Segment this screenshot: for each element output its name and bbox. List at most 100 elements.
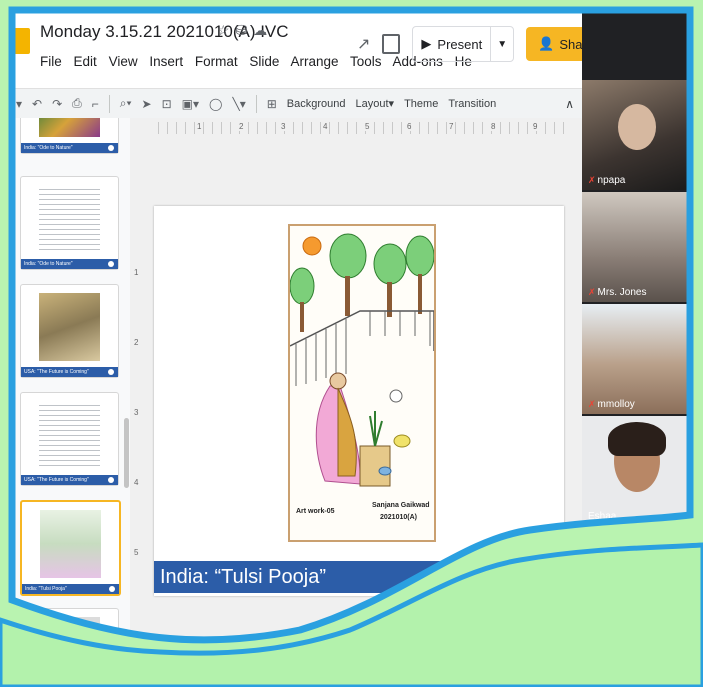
background-button[interactable]: Background xyxy=(287,98,346,110)
line-icon[interactable]: ╲▾ xyxy=(232,97,245,111)
artist-name: Sanjana Gaikwad xyxy=(372,502,430,509)
share-person-icon: 👤 xyxy=(538,36,555,51)
thumbnail-caption: India: "Tulsi Pooja" xyxy=(22,584,119,594)
participant-label: Mrs. Jones xyxy=(597,287,647,298)
slides-logo-icon[interactable] xyxy=(12,28,30,54)
participant-face xyxy=(618,104,656,150)
ruler-tick: 3 xyxy=(134,408,139,417)
slide-title-banner[interactable]: India: “Tulsi Pooja” xyxy=(154,561,564,593)
ruler-tick: 4 xyxy=(134,478,139,487)
slide-thumbnail[interactable]: USA: "The Future is Coming" xyxy=(20,392,119,486)
speaker-notes-icon xyxy=(108,477,114,483)
screen-frame: Monday 3.15.21 2021010(A) IVC ☆⛁☁ File E… xyxy=(2,0,703,660)
participant-label: npapa xyxy=(597,175,626,186)
present-dropdown-icon[interactable]: ▼ xyxy=(491,39,513,50)
mic-muted-icon: ✗ xyxy=(588,399,596,409)
present-label: Present xyxy=(437,36,483,52)
collapse-icon[interactable]: ∧ xyxy=(565,97,574,111)
print-icon[interactable]: ⎙ xyxy=(72,96,82,111)
slide-thumbnail-selected[interactable]: India: "Tulsi Pooja" xyxy=(20,500,121,596)
participant-label: mmolloy xyxy=(597,399,635,410)
theme-button[interactable]: Theme xyxy=(404,98,438,110)
undo-icon[interactable]: ↶ xyxy=(32,97,42,111)
ruler-tick: 2 xyxy=(134,338,139,347)
slides-header: Monday 3.15.21 2021010(A) IVC ☆⛁☁ File E… xyxy=(12,10,649,88)
slide-canvas[interactable]: Art work-05 Sanjana Gaikwad 2021010(A) I… xyxy=(154,206,564,596)
filmstrip-scrollbar[interactable] xyxy=(124,418,129,488)
add-comment-icon[interactable]: ⊞ xyxy=(267,97,277,111)
ruler-tick: 7 xyxy=(448,122,455,131)
slide-filmstrip[interactable]: India: "Ode to Nature" India: "Ode to Na… xyxy=(12,118,130,640)
zoom-icon[interactable]: ⌕▾ xyxy=(120,96,132,111)
speaker-notes-icon xyxy=(108,261,114,267)
play-icon: ▶ xyxy=(421,36,432,51)
speaker-notes-icon xyxy=(109,586,115,592)
participant-tile[interactable]: ✗ Mrs. Jones xyxy=(582,192,692,302)
ruler-tick: 8 xyxy=(490,122,497,131)
layout-button[interactable]: Layout▾ xyxy=(356,97,395,110)
artwork-label: Art work-05 xyxy=(296,508,335,515)
ruler-tick: 6 xyxy=(406,122,413,131)
present-button[interactable]: ▶ Present ▼ xyxy=(412,26,515,62)
image-icon[interactable]: ▣▾ xyxy=(182,97,199,111)
ruler-tick: 1 xyxy=(134,268,139,277)
toolbar-divider xyxy=(108,94,110,113)
thumbnail-caption: India: "Ode to Nature" xyxy=(21,259,118,269)
shape-icon[interactable]: ◯ xyxy=(209,97,222,111)
slide-thumbnail[interactable] xyxy=(20,608,119,640)
slide-thumbnail[interactable]: India: "Ode to Nature" xyxy=(20,176,119,270)
thumbnail-image xyxy=(40,510,101,578)
ruler-tick: 5 xyxy=(364,122,371,131)
editing-toolbar: ▾ ↶ ↷ ⎙ ⌐ ⌕▾ ➤ ⊡ ▣▾ ◯ ╲▾ ⊞ Background La… xyxy=(12,88,582,118)
activity-dashboard-icon[interactable]: ↗ xyxy=(357,34,370,54)
thumbnail-caption: USA: "The Future is Coming" xyxy=(21,475,118,485)
mic-muted-icon: ✗ xyxy=(588,175,596,185)
menu-edit[interactable]: Edit xyxy=(74,54,97,69)
menu-arrange[interactable]: Arrange xyxy=(290,54,338,69)
tulsi-pooja-drawing xyxy=(290,233,434,487)
thumbnail-caption: India: "Ode to Nature" xyxy=(21,143,118,153)
participant-hair xyxy=(608,422,666,456)
thumbnail-caption: USA: "The Future is Coming" xyxy=(21,367,118,377)
star-icon[interactable]: ☆ xyxy=(217,22,236,38)
speaker-notes-icon xyxy=(108,145,114,151)
vertical-ruler: 1 2 3 4 5 xyxy=(134,142,144,562)
layout-label: Layout xyxy=(355,98,389,110)
menu-slide[interactable]: Slide xyxy=(249,54,279,69)
menu-view[interactable]: View xyxy=(109,54,138,69)
comment-history-icon[interactable] xyxy=(382,34,401,54)
participant-name: ✗ npapa xyxy=(588,175,625,186)
ruler-tick: 2 xyxy=(238,122,245,131)
move-icon[interactable]: ⛁ xyxy=(236,22,254,38)
transition-button[interactable]: Transition xyxy=(448,98,496,110)
participant-name: ✗ Mrs. Jones xyxy=(588,287,646,298)
select-icon[interactable]: ➤ xyxy=(142,97,152,111)
slide-thumbnail[interactable]: India: "Ode to Nature" xyxy=(20,118,119,154)
cloud-status-icon[interactable]: ☁ xyxy=(253,22,273,38)
redo-icon[interactable]: ↷ xyxy=(52,97,62,111)
participant-name: ✗ mmolloy xyxy=(588,399,635,410)
ruler-tick: 5 xyxy=(134,548,139,557)
new-slide-icon[interactable]: ▾ xyxy=(16,97,22,111)
participant-tile[interactable]: ✗ npapa xyxy=(582,80,692,190)
thumbnail-image xyxy=(39,617,100,640)
slide-editor[interactable]: 1 2 3 4 5 6 7 8 9 1 2 3 4 5 Art work-05 … xyxy=(130,118,582,640)
thumbnail-image xyxy=(39,293,100,361)
slide-thumbnail[interactable]: USA: "The Future is Coming" xyxy=(20,284,119,378)
toolbar-divider xyxy=(255,94,257,113)
mic-muted-icon: ✗ xyxy=(588,287,596,297)
title-icons: ☆⛁☁ xyxy=(217,22,273,39)
menu-format[interactable]: Format xyxy=(195,54,238,69)
menu-file[interactable]: File xyxy=(40,54,62,69)
thumbnail-image xyxy=(39,118,100,137)
video-participants-panel: ✗ npapa ✗ Mrs. Jones ✗ mmolloy Eshaa xyxy=(582,10,692,640)
text-box-icon[interactable]: ⊡ xyxy=(162,97,172,111)
menu-insert[interactable]: Insert xyxy=(149,54,183,69)
artist-class: 2021010(A) xyxy=(380,514,417,521)
ruler-tick: 1 xyxy=(196,122,203,131)
paint-format-icon[interactable]: ⌐ xyxy=(92,97,99,111)
participant-tile[interactable]: Eshaa xyxy=(582,416,692,526)
artwork-image[interactable]: Art work-05 Sanjana Gaikwad 2021010(A) xyxy=(288,224,436,542)
participant-tile[interactable]: ✗ mmolloy xyxy=(582,304,692,414)
thumbnail-image xyxy=(39,185,100,253)
